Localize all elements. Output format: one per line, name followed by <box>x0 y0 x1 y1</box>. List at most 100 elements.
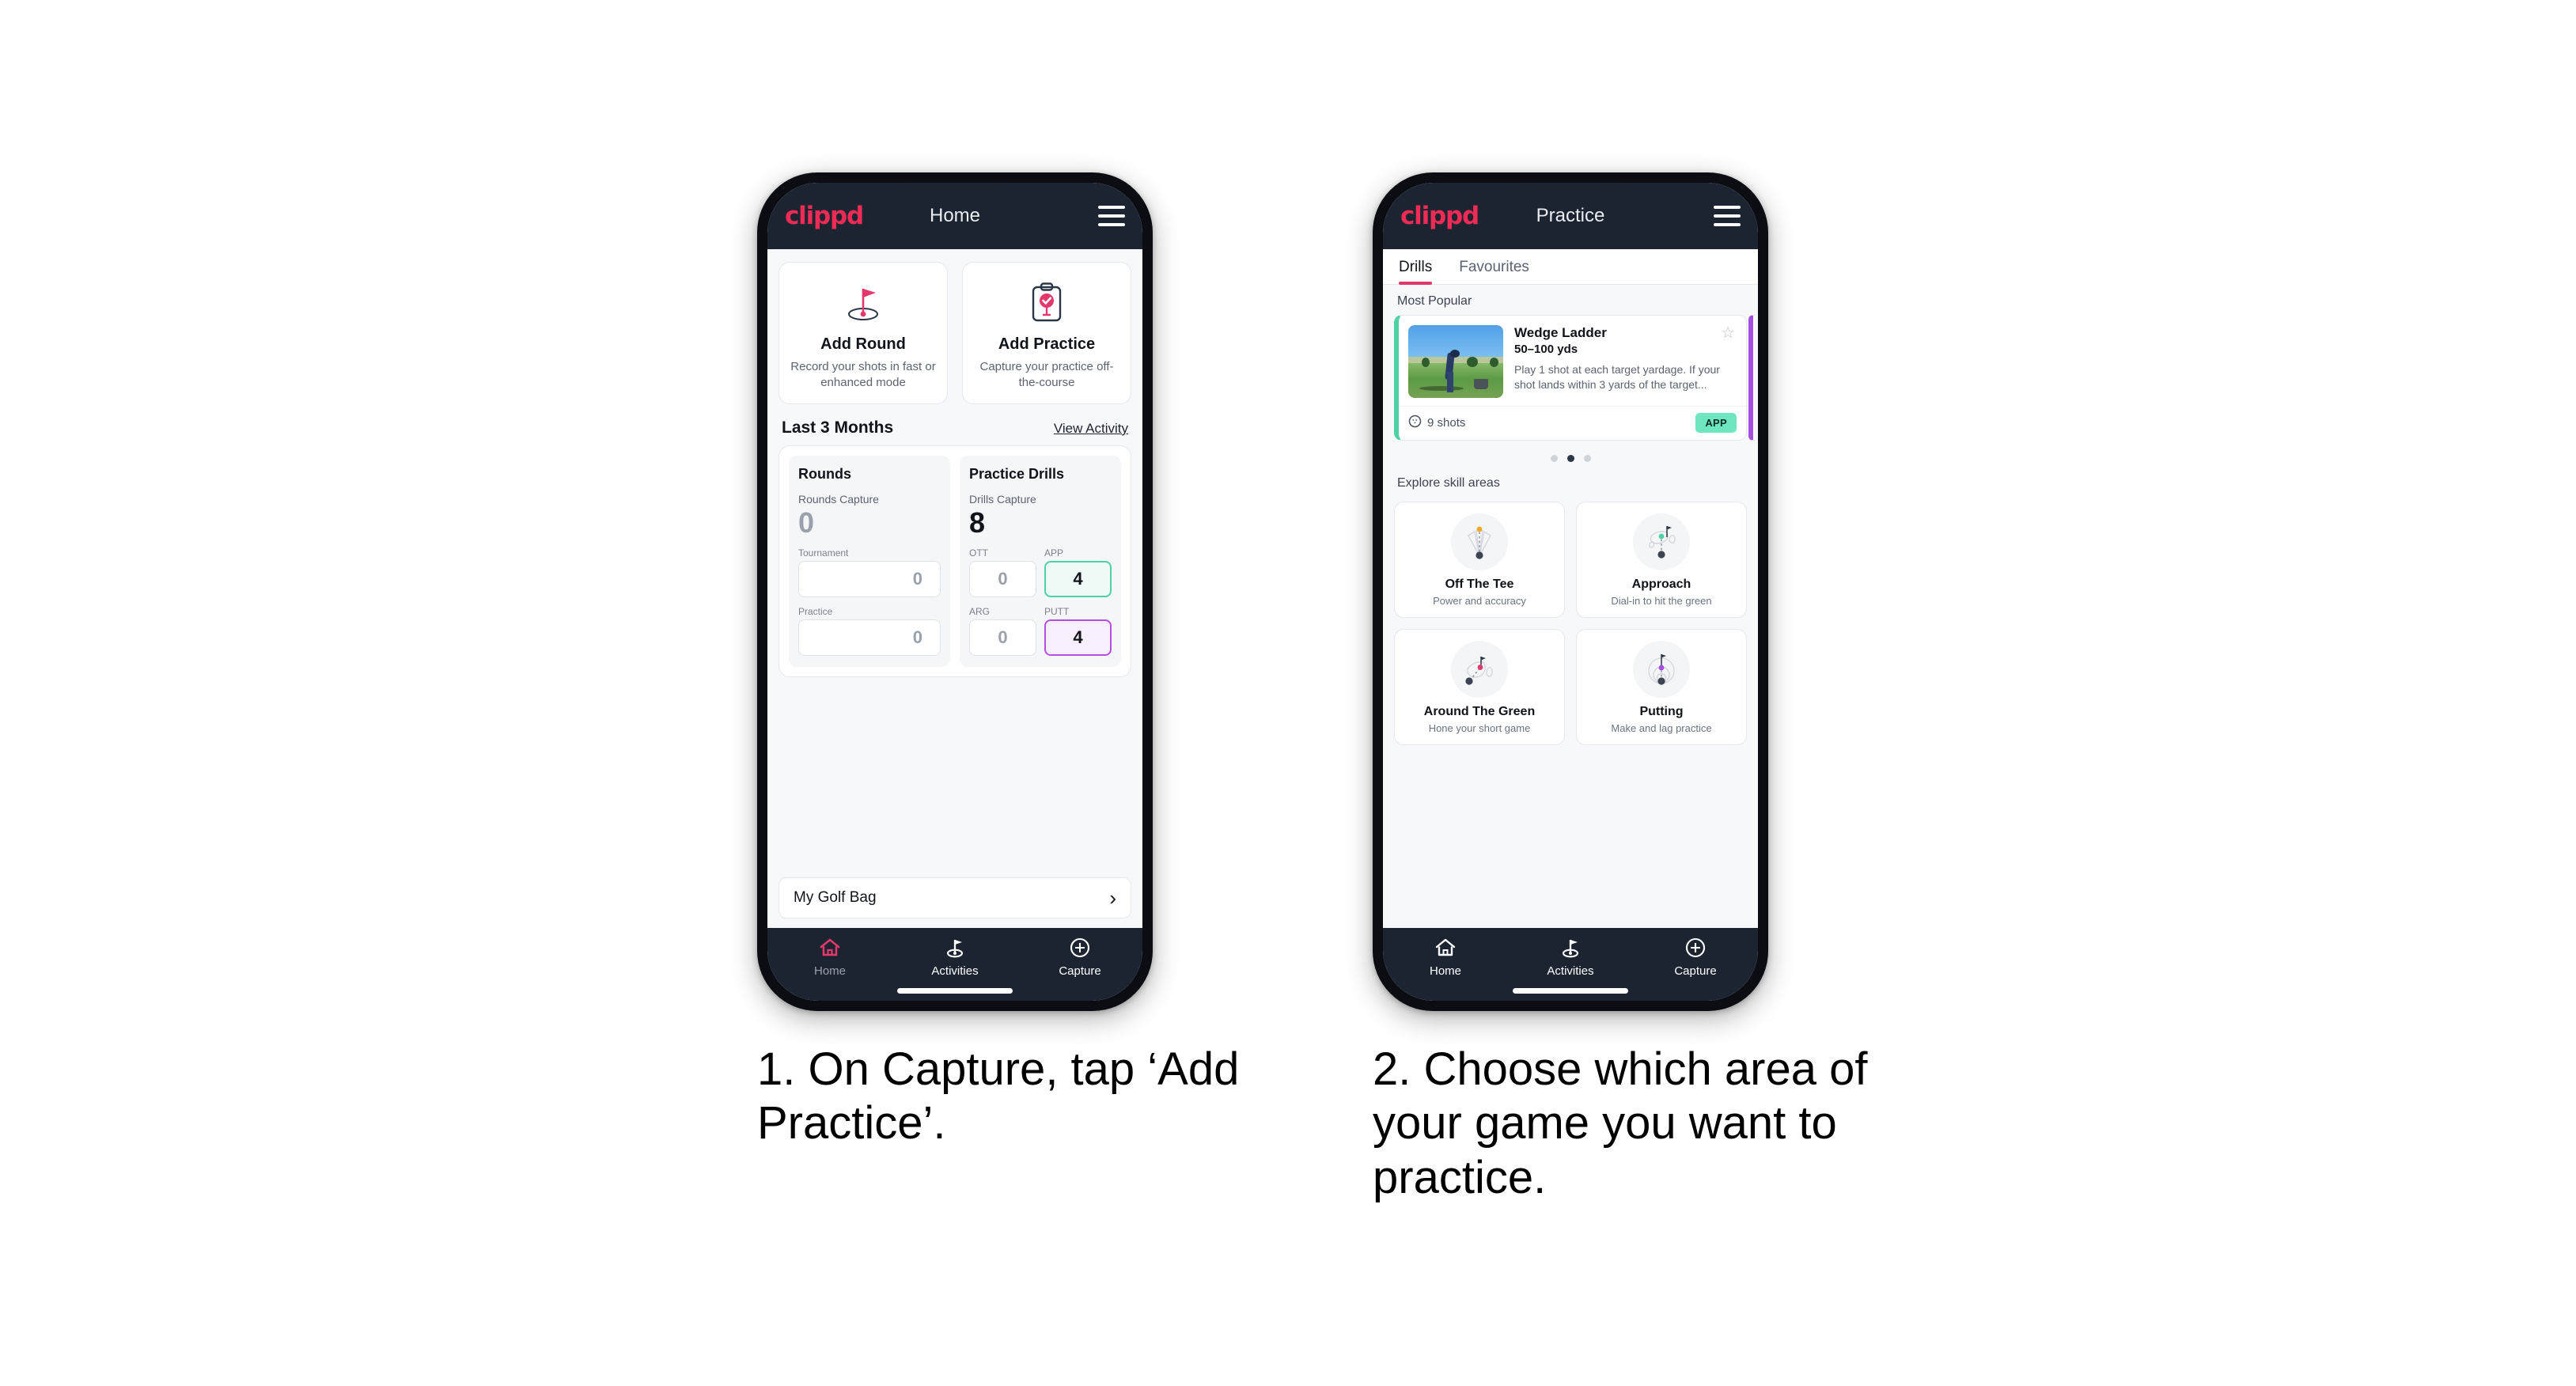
caption-step-2: 2. Choose which area of your game you wa… <box>1373 1043 1868 1203</box>
drill-yardage: 50–100 yds <box>1514 343 1578 356</box>
star-outline-icon[interactable]: ☆ <box>1721 325 1735 341</box>
skill-card-putting[interactable]: Putting Make and lag practice <box>1576 629 1747 745</box>
view-activity-link[interactable]: View Activity <box>1054 421 1128 437</box>
rounds-capture-value: 0 <box>798 506 815 539</box>
home-icon <box>1434 936 1457 960</box>
rounds-capture-label: Rounds Capture <box>798 492 879 506</box>
last-3-months-header: Last 3 Months View Activity <box>767 412 1142 445</box>
skill-subtitle: Make and lag practice <box>1611 722 1712 734</box>
caption-step-1: 1. On Capture, tap ‘Add Practice’. <box>757 1043 1240 1149</box>
carousel-dot-1[interactable] <box>1550 455 1558 462</box>
phone2-bottom-nav: Home Activities Capture <box>1383 928 1758 1001</box>
skill-card-off-the-tee[interactable]: Off The Tee Power and accuracy <box>1394 502 1565 618</box>
drill-card-wedge-ladder[interactable]: Wedge Ladder 50–100 yds ☆ Play 1 shot at… <box>1394 315 1747 441</box>
phone-mockup-practice: clippd Practice Drills Favourites Most P… <box>1373 172 1768 1011</box>
nav-item-home[interactable]: Home <box>1383 936 1508 1001</box>
phone2-content: Most Popular Wedge Ladder 50–100 yds ☆ P… <box>1383 285 1758 928</box>
add-practice-card[interactable]: Add Practice Capture your practice off-t… <box>962 262 1131 404</box>
tournament-value[interactable]: 0 <box>798 560 941 597</box>
clipboard-check-tee-icon <box>971 278 1123 328</box>
drill-head: Wedge Ladder 50–100 yds ☆ <box>1514 325 1735 356</box>
practice-value[interactable]: 0 <box>798 619 941 656</box>
my-golf-bag-row[interactable]: My Golf Bag › <box>778 877 1131 918</box>
skill-title: Off The Tee <box>1445 578 1514 591</box>
carousel-dots <box>1383 441 1758 467</box>
skill-title: Around The Green <box>1423 705 1536 718</box>
nav-item-capture[interactable]: Capture <box>1017 936 1142 1001</box>
tab-favourites[interactable]: Favourites <box>1459 259 1529 284</box>
explore-skill-areas-label: Explore skill areas <box>1397 476 1500 490</box>
nav-label-activities: Activities <box>1547 964 1594 978</box>
putt-value[interactable]: 4 <box>1044 619 1112 656</box>
nav-item-capture[interactable]: Capture <box>1633 936 1758 1001</box>
section-title: Last 3 Months <box>782 418 894 437</box>
skill-title: Putting <box>1639 705 1684 718</box>
add-practice-subtitle: Capture your practice off-the-course <box>979 360 1114 389</box>
tee-shot-dispersion-icon <box>1451 513 1508 570</box>
golf-ball-icon <box>1408 415 1422 431</box>
phone2-screen: clippd Practice Drills Favourites Most P… <box>1383 183 1758 1001</box>
add-round-title: Add Round <box>820 335 906 353</box>
drills-capture-label: Drills Capture <box>969 492 1036 506</box>
skill-subtitle: Dial-in to hit the green <box>1611 595 1712 607</box>
phone1-content: Add Round Record your shots in fast or e… <box>767 249 1142 928</box>
hamburger-icon[interactable] <box>1098 206 1125 226</box>
clippd-logo[interactable]: clippd <box>785 202 864 230</box>
rounds-title: Rounds <box>798 465 851 482</box>
stats-panel: Rounds Rounds Capture 0 Tournament 0 Pra… <box>778 445 1131 677</box>
practice-drills-column: Practice Drills Drills Capture 8 OTT 0 A… <box>960 455 1121 667</box>
putting-rings-icon <box>1633 641 1690 698</box>
tournament-label: Tournament <box>798 547 849 559</box>
arg-label: ARG <box>969 605 991 617</box>
drill-shots-label: 9 shots <box>1427 416 1466 430</box>
golf-flag-icon <box>944 936 966 960</box>
quick-actions: Add Round Record your shots in fast or e… <box>767 249 1142 412</box>
skill-card-approach[interactable]: Approach Dial-in to hit the green <box>1576 502 1747 618</box>
drills-capture-value: 8 <box>969 506 986 539</box>
add-round-subtitle: Record your shots in fast or enhanced mo… <box>790 360 936 389</box>
hamburger-icon[interactable] <box>1714 206 1741 226</box>
drill-title: Wedge Ladder <box>1514 325 1607 340</box>
add-round-card[interactable]: Add Round Record your shots in fast or e… <box>778 262 948 404</box>
nav-label-activities: Activities <box>931 964 979 978</box>
drill-carousel[interactable]: Wedge Ladder 50–100 yds ☆ Play 1 shot at… <box>1383 315 1758 441</box>
golf-flag-icon <box>1559 936 1582 960</box>
skill-card-around-the-green[interactable]: Around The Green Hone your short game <box>1394 629 1565 745</box>
around-green-icon <box>1451 641 1508 698</box>
carousel-dot-3[interactable] <box>1583 455 1591 462</box>
skill-subtitle: Hone your short game <box>1428 722 1531 734</box>
rounds-fields: Tournament 0 Practice 0 <box>798 547 941 656</box>
phone-notch <box>907 183 1002 188</box>
drill-footer: 9 shots APP <box>1399 406 1746 440</box>
add-practice-title: Add Practice <box>998 335 1096 353</box>
practice-tabs: Drills Favourites <box>1383 249 1758 285</box>
plus-circle-icon <box>1684 936 1707 960</box>
ott-value[interactable]: 0 <box>969 560 1036 597</box>
phone-notch <box>1523 183 1618 188</box>
golf-flag-hole-icon <box>787 278 939 328</box>
skill-areas-grid: Off The Tee Power and accuracy Approach … <box>1383 497 1758 745</box>
app-value[interactable]: 4 <box>1044 560 1112 597</box>
app-label: APP <box>1044 547 1064 559</box>
nav-label-capture: Capture <box>1059 964 1101 978</box>
drill-badge-app: APP <box>1695 413 1737 433</box>
chevron-right-icon: › <box>1109 886 1116 910</box>
practice-label: Practice <box>798 605 833 617</box>
plus-circle-icon <box>1069 936 1091 960</box>
nav-label-capture: Capture <box>1674 964 1717 978</box>
my-golf-bag-label: My Golf Bag <box>794 889 877 906</box>
phone2-appbar: clippd Practice <box>1383 183 1758 249</box>
nav-label-home: Home <box>1429 964 1461 978</box>
arg-value[interactable]: 0 <box>969 619 1036 656</box>
ott-label: OTT <box>969 547 988 559</box>
next-drill-card-peek[interactable] <box>1748 315 1755 441</box>
golfer-on-range-photo <box>1408 325 1503 398</box>
drill-top: Wedge Ladder 50–100 yds ☆ Play 1 shot at… <box>1399 316 1746 406</box>
carousel-dot-2[interactable] <box>1566 455 1574 462</box>
nav-item-home[interactable]: Home <box>767 936 892 1001</box>
drill-description: Play 1 shot at each target yardage. If y… <box>1514 363 1720 392</box>
clippd-logo[interactable]: clippd <box>1400 202 1479 230</box>
practice-drills-title: Practice Drills <box>969 465 1065 482</box>
tab-drills[interactable]: Drills <box>1399 259 1433 285</box>
home-indicator <box>897 988 1013 994</box>
